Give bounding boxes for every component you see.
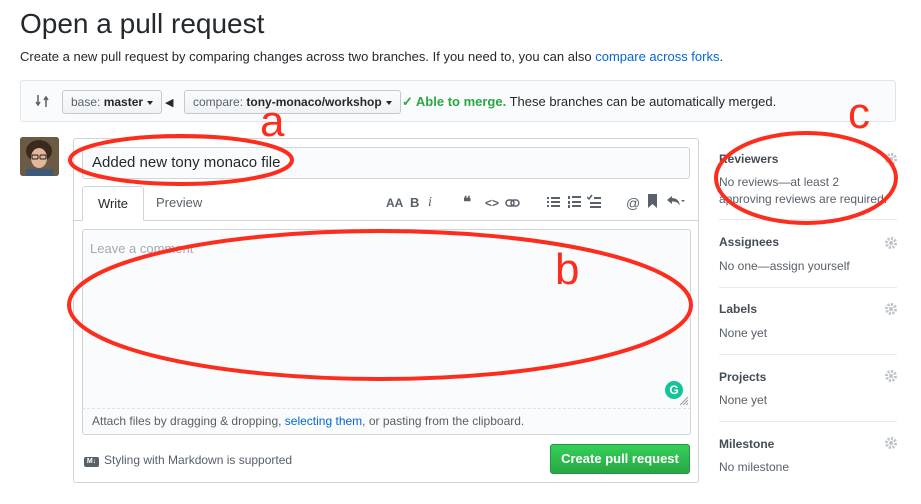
labels-gear-icon[interactable] (884, 302, 898, 316)
reviewers-gear-icon[interactable] (884, 152, 898, 166)
markdown-note-text: Styling with Markdown is supported (104, 453, 293, 467)
link-icon[interactable] (505, 196, 520, 210)
merge-status: ✓ Able to merge. These branches can be au… (402, 94, 776, 110)
projects-gear-icon[interactable] (884, 369, 898, 383)
reviewers-value: No reviews—at least 2 approving reviews … (719, 175, 888, 206)
labels-title[interactable]: Labels (719, 302, 757, 316)
bookmark-icon[interactable] (648, 194, 657, 208)
pr-title-input[interactable]: Added new tony monaco file (82, 147, 690, 179)
labels-value: None yet (719, 326, 768, 340)
sidebar-divider (719, 421, 897, 422)
page-title: Open a pull request (20, 8, 265, 39)
assignees-value: No one—assign yourself (719, 258, 850, 275)
italic-icon[interactable]: i (428, 196, 432, 210)
arrow-left-icon: ◀ (165, 97, 174, 109)
code-icon[interactable]: <> (485, 196, 499, 210)
attach-prefix: Attach files by dragging & dropping, (92, 414, 285, 428)
milestone-value: No milestone (719, 460, 790, 474)
base-branch-select[interactable]: base: master (62, 90, 163, 114)
sidebar-divider (719, 287, 897, 288)
tab-write[interactable]: Write (82, 186, 144, 221)
attach-files-bar[interactable]: Attach files by dragging & dropping, sel… (82, 408, 691, 435)
task-list-icon[interactable] (587, 194, 601, 208)
resize-handle-icon[interactable] (678, 395, 689, 406)
branch-range-bar: base: master ◀ compare: tony-monaco/work… (20, 80, 896, 122)
comment-placeholder: Leave a comment (90, 241, 194, 256)
assignees-title[interactable]: Assignees (719, 235, 779, 249)
subtitle-text: Create a new pull request by comparing c… (20, 49, 596, 64)
markdown-note[interactable]: M↓ Styling with Markdown is supported (84, 453, 292, 467)
annotation-label-b: b (555, 245, 580, 294)
attach-suffix: , or pasting from the clipboard. (362, 414, 525, 428)
compare-arrows-icon (35, 95, 49, 107)
ordered-list-icon[interactable] (568, 195, 581, 208)
base-label: base: (71, 95, 101, 109)
avatar-image (20, 137, 59, 176)
subtitle-end: . (719, 49, 724, 64)
milestone-title[interactable]: Milestone (719, 437, 774, 451)
mention-icon[interactable]: @ (626, 196, 640, 210)
annotation-label-c: c (848, 89, 870, 138)
milestone-gear-icon[interactable] (884, 436, 898, 450)
annotation-label-a: a (260, 97, 285, 146)
check-icon: ✓ (402, 94, 413, 109)
markdown-icon: M↓ (84, 457, 99, 467)
avatar[interactable] (20, 137, 59, 176)
selecting-them-link[interactable]: selecting them (285, 414, 362, 428)
compare-branch-select[interactable]: compare: tony-monaco/workshop (184, 90, 401, 114)
sidebar-divider (719, 219, 897, 220)
create-pull-request-button[interactable]: Create pull request (550, 444, 690, 474)
merge-ok-text: Able to merge. (415, 94, 507, 109)
sidebar-divider (719, 354, 897, 355)
assignees-gear-icon[interactable] (884, 236, 898, 250)
projects-value: None yet (719, 393, 768, 407)
compare-label: compare: (193, 95, 244, 109)
page-subtitle: Create a new pull request by comparing c… (20, 49, 723, 64)
assign-yourself-link[interactable]: No one—assign yourself (719, 259, 850, 273)
chevron-down-icon (385, 100, 392, 105)
base-value: master (103, 95, 144, 109)
header-icon[interactable]: AA (386, 196, 403, 210)
projects-title[interactable]: Projects (719, 370, 766, 384)
compare-across-forks-link[interactable]: compare across forks (595, 49, 719, 64)
reply-icon[interactable] (666, 195, 686, 207)
quote-icon[interactable]: ❝ (463, 195, 471, 210)
tab-preview[interactable]: Preview (144, 186, 214, 220)
unordered-list-icon[interactable] (547, 196, 560, 208)
reviewers-title[interactable]: Reviewers (719, 152, 778, 166)
merge-detail-text: These branches can be automatically merg… (509, 94, 777, 109)
bold-icon[interactable]: B (410, 196, 419, 210)
chevron-down-icon (147, 100, 154, 105)
